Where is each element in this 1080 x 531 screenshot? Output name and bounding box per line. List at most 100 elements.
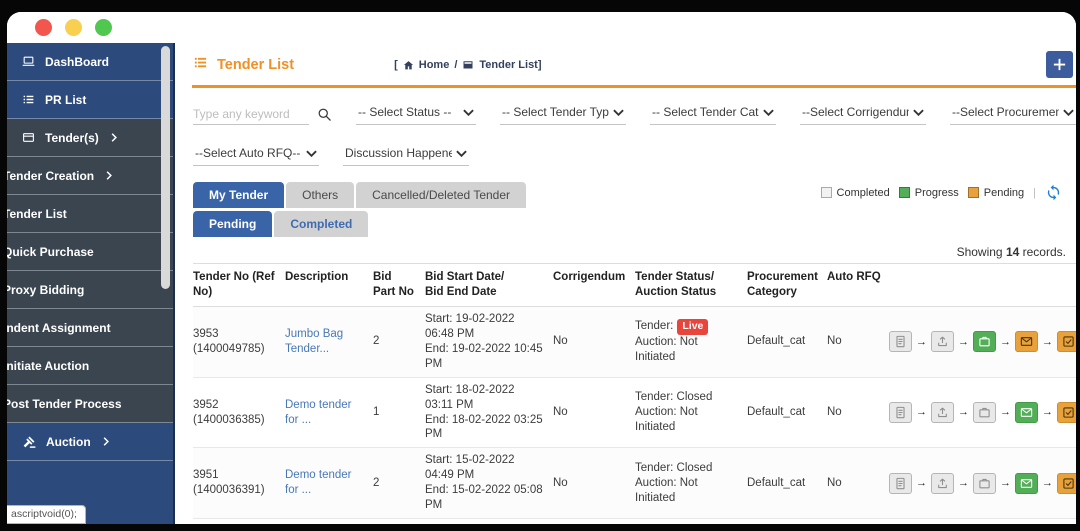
cell-status: Tender: Closed Auction: Not Initiated [635,377,747,449]
description-link[interactable]: Jumbo Bag Tender... [285,327,365,357]
cell-status: Tender: Live Auction: Not Initiated [635,306,747,378]
legend-label: Progress [914,186,959,199]
upload-icon [931,402,954,423]
stage-arrow-icon: → [1000,477,1011,490]
column-header-2: Bid Part No [373,263,425,307]
column-header-3: Bid Start Date/Bid End Date [425,263,553,307]
sidebar-item-quick-purchase[interactable]: Quick Purchase [7,233,173,271]
stage-arrow-icon: → [1042,335,1053,348]
stage-arrow-icon: → [916,477,927,490]
select-filter--select-status-[interactable]: -- Select Status -- [356,102,476,125]
select-filter-label: --Select Corrigendum [802,105,909,119]
legend-swatch-pending [967,187,979,198]
breadcrumb-home-link[interactable]: Home [419,59,450,71]
cell-stage: →→→→→ [889,518,1076,524]
bid-end-date: End: 19-02-2022 10:45 PM [425,342,543,370]
select-filter--select-procurement[interactable]: --Select Procurement [950,102,1076,125]
column-header-line: Bid Part No [373,271,414,298]
cell-bid-part-no: 1 [373,377,425,449]
sidebar-item-pr-list[interactable]: PR List [7,81,173,119]
sidebar-nav: DashBoard PR List Tender(s) Tender Creation… [7,43,173,461]
corrigendum-value: No [553,406,568,419]
column-header-line: Procurement [747,271,818,283]
column-header-5: Tender Status/Auction Status [635,263,747,307]
select-filter--select-corrigendum[interactable]: --Select Corrigendum [800,102,926,125]
cell-corrigendum: No [553,306,635,378]
sidebar-scrollbar[interactable] [161,46,170,289]
chevron-right-icon [106,171,113,180]
select-filter--select-tender-cate[interactable]: -- Select Tender Cate [650,102,776,125]
column-header-line: Auction Status [635,285,717,298]
sidebar-item-auction[interactable]: Auction [7,423,173,461]
document-icon [889,472,912,494]
subtab-pending[interactable]: Pending [193,211,273,237]
cell-category: Default_cat [747,377,827,449]
subtab-completed[interactable]: Completed [274,211,369,237]
sidebar-item-label: Initiate Auction [7,358,90,373]
sidebar-item-label: DashBoard [45,54,110,69]
close-window-button[interactable] [35,19,52,36]
sidebar-item-post-tender-process[interactable]: Post Tender Process [7,385,173,423]
sidebar-item-initiate-auction[interactable]: Initiate Auction [7,347,173,385]
search-icon[interactable] [317,107,332,125]
select-filter-label: -- Select Status -- [358,105,452,119]
records-prefix: Showing [956,245,1003,259]
stage-arrow-icon: → [958,477,969,490]
app-body: DashBoard PR List Tender(s) Tender Creation… [7,43,1076,524]
sidebar-item-tender-list[interactable]: Tender List [7,195,173,233]
sidebar-item-tender-s-[interactable]: Tender(s) [7,119,173,157]
sidebar-item-tender-creation[interactable]: Tender Creation [7,157,173,195]
breadcrumb: [ Home / Tender List] [394,59,541,71]
sidebar-item-label: Proxy Bidding [7,282,85,297]
breadcrumb-separator: / [454,59,458,71]
cell-bid-dates: Start: 07-02-2022 02:50 PMEnd: 07-02-202… [425,518,553,524]
bid-start-date: Start: 15-02-2022 04:49 PM [425,454,515,482]
sidebar-item-label: Tender List [7,206,67,221]
chevron-down-icon [913,109,924,116]
tender-list-icon [462,59,474,71]
description-link[interactable]: Demo tender for ... [285,398,365,428]
sidebar-item-dashboard[interactable]: DashBoard [7,43,173,81]
dashboard-icon [22,55,35,68]
column-header-line: Auto RFQ [827,271,881,283]
tab-others[interactable]: Others [286,182,355,208]
chevron-right-icon [111,133,117,142]
column-header-line: Corrigendum [553,271,626,283]
stage-flow: →→→→→ [889,402,1076,423]
cell-status: Tender: EvaluationAuction: Not Initiated [635,518,747,524]
table-header-row: Tender No (Ref No) Description Bid Part No… [193,263,1076,307]
select-filter-discussion-happene[interactable]: Discussion Happene [343,143,469,166]
briefcase-icon [973,331,996,353]
cell-category: Default_cat [747,447,827,520]
legend-label: Completed [836,186,890,199]
upload-icon [931,331,954,353]
sidebar-item-indent-assignment[interactable]: Indent Assignment [7,309,173,347]
cell-description: Demo tender for ... [285,377,373,449]
stage-arrow-icon: → [916,335,927,348]
search-input[interactable] [193,104,309,125]
envelope-icon [1015,402,1038,423]
auction-status-line: Auction: Not Initiated [635,476,698,504]
tender-status-line: Tender: Live [635,318,739,335]
tab-my-tender[interactable]: My Tender [193,182,285,208]
list-icon [193,55,208,75]
records-suffix: records. [1022,245,1066,259]
select-filter-label: -- Select Tender Type [502,105,609,119]
table-row: 3953 (1400049785) Jumbo Bag Tender... 2 Sta… [193,306,1076,378]
stage-arrow-icon: → [958,406,969,419]
legend-label: Pending [983,186,1025,199]
legend-progress: Progress [898,186,959,199]
zoom-window-button[interactable] [95,19,112,36]
add-tender-button[interactable] [1046,51,1073,78]
refresh-icon[interactable] [1045,184,1062,201]
description-link[interactable]: Demo tender for ... [285,468,365,498]
cell-bid-part-no: 2 [373,447,425,520]
cell-tender-no: 3949 (1400036391) [193,518,285,524]
column-header-line: Stage [889,270,1076,285]
column-header-0: Tender No (Ref No) [193,263,285,307]
sidebar-item-proxy-bidding[interactable]: Proxy Bidding [7,271,173,309]
minimize-window-button[interactable] [65,19,82,36]
select-filter--select-tender-type[interactable]: -- Select Tender Type [500,102,626,125]
tab-cancelled-deleted-tender[interactable]: Cancelled/Deleted Tender [356,182,527,208]
select-filter--select-auto-rfq-[interactable]: --Select Auto RFQ-- [193,143,319,166]
